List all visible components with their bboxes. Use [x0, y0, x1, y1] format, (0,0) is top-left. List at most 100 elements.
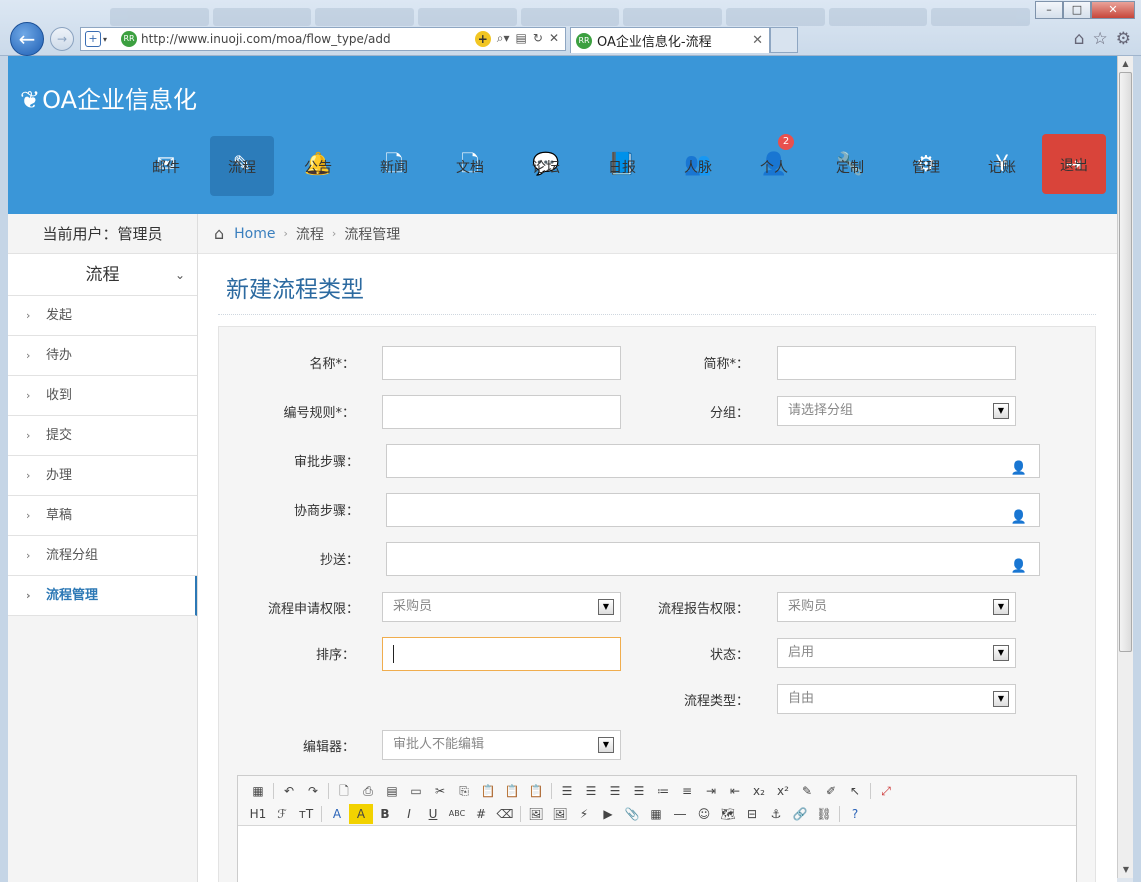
attachment-icon[interactable]: 📎 — [620, 804, 644, 824]
sidebar-group-flow[interactable]: 流程 ⌄ — [8, 254, 197, 296]
multi-image-icon[interactable]: 🖼 — [548, 804, 572, 824]
cut-icon[interactable]: ✂ — [428, 781, 452, 801]
back-button[interactable]: ← — [10, 22, 44, 56]
font-family-icon[interactable]: ℱ — [270, 804, 294, 824]
select-all-icon[interactable]: ✐ — [819, 781, 843, 801]
paste-text-icon[interactable]: 📋 — [500, 781, 524, 801]
clear-format-icon[interactable]: ✎ — [795, 781, 819, 801]
minimize-button[interactable]: – — [1035, 1, 1063, 19]
fullscreen-icon[interactable]: ⤢ — [874, 781, 898, 801]
nav-personal[interactable]: 👤 个人 2 — [736, 134, 812, 196]
anchor-icon[interactable]: ⚓ — [764, 804, 788, 824]
font-size-icon[interactable]: тT — [294, 804, 318, 824]
table-icon[interactable]: ▦ — [644, 804, 668, 824]
new-tab-button[interactable] — [770, 27, 798, 53]
user-picker-icon[interactable]: 👤 — [1011, 551, 1027, 583]
bold-button[interactable]: B — [373, 804, 397, 824]
nav-admin[interactable]: ⚙ 管理 — [888, 136, 964, 196]
ordered-list-icon[interactable]: ≔ — [651, 781, 675, 801]
logo[interactable]: ❦OA企业信息化 — [20, 80, 197, 115]
gear-icon[interactable]: ⚙ — [1116, 29, 1131, 49]
consult-steps-input[interactable]: 👤 — [386, 493, 1040, 527]
short-name-input[interactable] — [777, 346, 1016, 380]
horizontal-rule-icon[interactable]: ― — [668, 804, 692, 824]
help-icon[interactable]: ? — [843, 804, 867, 824]
cc-input[interactable]: 👤 — [386, 542, 1040, 576]
report-permission-select[interactable]: 采购员 ▼ — [777, 592, 1016, 622]
breadcrumb-home[interactable]: Home — [234, 226, 275, 242]
subscript-icon[interactable]: x₂ — [747, 781, 771, 801]
line-height-icon[interactable]: # — [469, 804, 493, 824]
close-tab-icon[interactable]: ✕ — [752, 33, 763, 48]
nav-notice[interactable]: 🔔 公告 — [280, 136, 356, 196]
star-icon[interactable]: ☆ — [1093, 29, 1108, 49]
scroll-up-icon[interactable]: ▲ — [1118, 56, 1133, 72]
heading-button[interactable]: H1 — [246, 804, 270, 824]
nav-daily[interactable]: 📘 日报 — [584, 136, 660, 196]
media-icon[interactable]: ▶ — [596, 804, 620, 824]
undo-icon[interactable]: ↶ — [277, 781, 301, 801]
highlight-icon[interactable]: A — [349, 803, 373, 824]
align-right-icon[interactable]: ☰ — [603, 781, 627, 801]
paste-word-icon[interactable]: 📋 — [524, 781, 548, 801]
name-input[interactable] — [382, 346, 621, 380]
unlink-icon[interactable]: ⛓ — [812, 804, 836, 824]
sort-input[interactable] — [382, 637, 621, 671]
forward-button[interactable]: → — [50, 27, 74, 51]
image-icon[interactable]: 🖼 — [524, 804, 548, 824]
justify-icon[interactable]: ☰ — [627, 781, 651, 801]
logout-button[interactable]: ⇥ 退出 — [1042, 134, 1106, 194]
maximize-button[interactable]: □ — [1063, 1, 1091, 19]
editor-select[interactable]: 审批人不能编辑 ▼ — [382, 730, 621, 760]
nav-flow[interactable]: ✎ 流程 — [210, 136, 274, 196]
user-picker-icon[interactable]: 👤 — [1011, 502, 1027, 534]
refresh-icon[interactable]: ↻ — [533, 31, 543, 47]
nav-contacts[interactable]: 👥 人脉 — [660, 136, 736, 196]
sidebar-item-submitted[interactable]: › 提交 — [8, 416, 197, 456]
sidebar-item-draft[interactable]: › 草稿 — [8, 496, 197, 536]
compat-shield-icon[interactable]: + — [85, 31, 101, 47]
sidebar-item-received[interactable]: › 收到 — [8, 376, 197, 416]
copy-icon[interactable]: ⎘ — [452, 781, 476, 801]
group-select[interactable]: 请选择分组 ▼ — [777, 396, 1016, 426]
flash-icon[interactable]: ⚡ — [572, 804, 596, 824]
chevron-down-icon[interactable]: ▾ — [103, 35, 107, 44]
unordered-list-icon[interactable]: ≡ — [675, 781, 699, 801]
address-bar[interactable]: + ▾ RR http://www.inuoji.com/moa/flow_ty… — [80, 27, 566, 51]
sidebar-item-handle[interactable]: › 办理 — [8, 456, 197, 496]
active-browser-tab[interactable]: RR OA企业信息化-流程 ✕ — [570, 27, 770, 53]
nav-accounting[interactable]: ¥ 记账 — [964, 136, 1040, 196]
sidebar-item-flow-manage[interactable]: › 流程管理 — [8, 576, 197, 616]
superscript-icon[interactable]: x² — [771, 781, 795, 801]
user-picker-icon[interactable]: 👤 — [1011, 453, 1027, 485]
sidebar-item-flow-group[interactable]: › 流程分组 — [8, 536, 197, 576]
strikethrough-button[interactable]: ABC — [445, 804, 469, 824]
compat-view-icon[interactable]: ▤ — [516, 31, 527, 47]
nav-news[interactable]: 🗋 新闻 — [356, 136, 432, 196]
sidebar-item-start[interactable]: › 发起 — [8, 296, 197, 336]
nav-forum[interactable]: 💬 论坛 — [508, 136, 584, 196]
page-break-icon[interactable]: ⊟ — [740, 804, 764, 824]
flow-type-select[interactable]: 自由 ▼ — [777, 684, 1016, 714]
paste-icon[interactable]: 📋 — [476, 781, 500, 801]
preview-icon[interactable]: 🗋 — [332, 781, 356, 801]
link-icon[interactable]: 🔗 — [788, 804, 812, 824]
source-icon[interactable]: ▦ — [246, 781, 270, 801]
italic-button[interactable]: I — [397, 804, 421, 824]
nav-custom[interactable]: 🔧 定制 — [812, 136, 888, 196]
underline-button[interactable]: U — [421, 804, 445, 824]
status-select[interactable]: 启用 ▼ — [777, 638, 1016, 668]
stop-icon[interactable]: ✕ — [549, 31, 559, 47]
approve-steps-input[interactable]: 👤 — [386, 444, 1040, 478]
code-rule-input[interactable] — [382, 395, 621, 429]
addon-icon[interactable]: + — [474, 31, 491, 47]
scroll-down-icon[interactable]: ▼ — [1118, 862, 1134, 878]
map-icon[interactable]: 🗺 — [716, 804, 740, 824]
cursor-icon[interactable]: ↖ — [843, 781, 867, 801]
align-center-icon[interactable]: ☰ — [579, 781, 603, 801]
outdent-icon[interactable]: ⇤ — [723, 781, 747, 801]
eraser-icon[interactable]: ⌫ — [493, 804, 517, 824]
search-icon[interactable]: ⌕▾ — [497, 31, 510, 47]
indent-icon[interactable]: ⇥ — [699, 781, 723, 801]
align-left-icon[interactable]: ☰ — [555, 781, 579, 801]
